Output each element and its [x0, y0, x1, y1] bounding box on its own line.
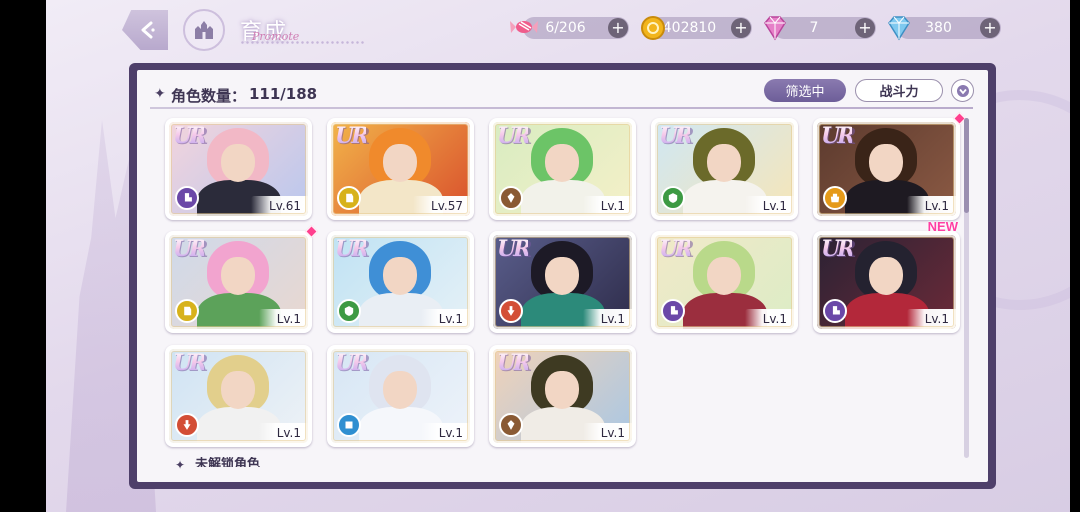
card-frame — [331, 122, 470, 216]
character-count-value: 111/188 — [249, 85, 318, 103]
sparkle-icon: ✦ — [175, 458, 186, 472]
character-card[interactable]: URURLv.1 — [165, 225, 318, 333]
character-portrait: URURLv.61 — [169, 122, 308, 216]
sort-button[interactable]: 战斗力 — [855, 79, 943, 102]
card-frame — [655, 235, 794, 329]
character-card[interactable]: URURLv.1 — [327, 345, 474, 447]
chevron-down-icon — [956, 84, 969, 97]
card-frame — [817, 122, 956, 216]
left-black-border — [0, 0, 46, 512]
character-card[interactable]: URURLv.1 — [651, 118, 798, 220]
card-frame — [655, 122, 794, 216]
character-portrait: URURLv.1 — [493, 122, 632, 216]
card-frame — [331, 235, 470, 329]
card-frame — [169, 122, 308, 216]
character-portrait: URURLv.1 — [169, 235, 308, 329]
card-frame — [493, 122, 632, 216]
blue-diamond-add-button[interactable]: + — [980, 18, 1000, 38]
blue-diamond-counter: 380 + — [888, 16, 1001, 41]
character-portrait: URURLv.1 — [817, 122, 956, 216]
character-card[interactable]: URURLv.1 — [651, 231, 798, 333]
character-card[interactable]: URURLv.61 — [165, 118, 312, 220]
pink-diamond-add-button[interactable]: + — [855, 18, 875, 38]
right-black-border — [1070, 0, 1080, 512]
card-frame — [817, 235, 956, 329]
castle-home-icon — [195, 21, 213, 39]
coin-add-button[interactable]: + — [731, 18, 751, 38]
filter-button[interactable]: 筛选中 — [764, 79, 846, 102]
candy-counter: 6/206 + — [510, 17, 629, 39]
coin-counter: 402810 + — [641, 16, 752, 40]
card-frame — [331, 349, 470, 443]
character-card[interactable]: URURLv.1 — [327, 231, 474, 333]
candy-icon — [510, 21, 538, 33]
character-portrait: URURLv.1 — [493, 349, 632, 443]
character-portrait: URURLv.1 — [493, 235, 632, 329]
character-count-label: 角色数量： — [171, 87, 247, 105]
character-portrait: URURLv.1 — [655, 122, 794, 216]
new-badge: NEW — [927, 219, 958, 234]
character-portrait: URURLv.1 — [655, 235, 794, 329]
character-card[interactable]: URURLv.1 — [489, 118, 636, 220]
sort-order-toggle[interactable] — [951, 79, 974, 102]
candy-add-button[interactable]: + — [608, 18, 628, 38]
sparkle-icon: ✦ — [154, 86, 166, 102]
locked-characters-label: 未解锁角色 — [195, 457, 261, 467]
card-frame — [169, 235, 308, 329]
character-card[interactable]: URURLv.57 — [327, 118, 474, 220]
scrollbar-thumb[interactable] — [964, 118, 969, 213]
character-card[interactable]: URURLv.1 — [489, 345, 636, 447]
character-card[interactable]: URURLv.1 — [813, 112, 966, 220]
card-frame — [493, 349, 632, 443]
back-arrow-icon — [141, 21, 155, 39]
character-card[interactable]: URURLv.1 — [489, 231, 636, 333]
title-decoration — [240, 40, 364, 46]
character-portrait: URURLv.1 — [331, 349, 470, 443]
card-frame — [493, 235, 632, 329]
pink-diamond-icon — [764, 16, 786, 41]
character-portrait: URURLv.57 — [331, 122, 470, 216]
character-portrait: URURLv.1 — [169, 349, 308, 443]
card-frame — [169, 349, 308, 443]
blue-diamond-icon — [888, 16, 910, 41]
character-portrait: URURLv.1 — [817, 235, 956, 329]
character-card[interactable]: URURLv.1NEW — [813, 219, 960, 333]
pink-diamond-counter: 7 + — [764, 16, 876, 41]
character-card[interactable]: URURLv.1 — [165, 345, 312, 447]
header-divider — [150, 107, 973, 109]
character-portrait: URURLv.1 — [331, 235, 470, 329]
home-button[interactable] — [183, 9, 225, 51]
coin-icon — [641, 16, 665, 40]
